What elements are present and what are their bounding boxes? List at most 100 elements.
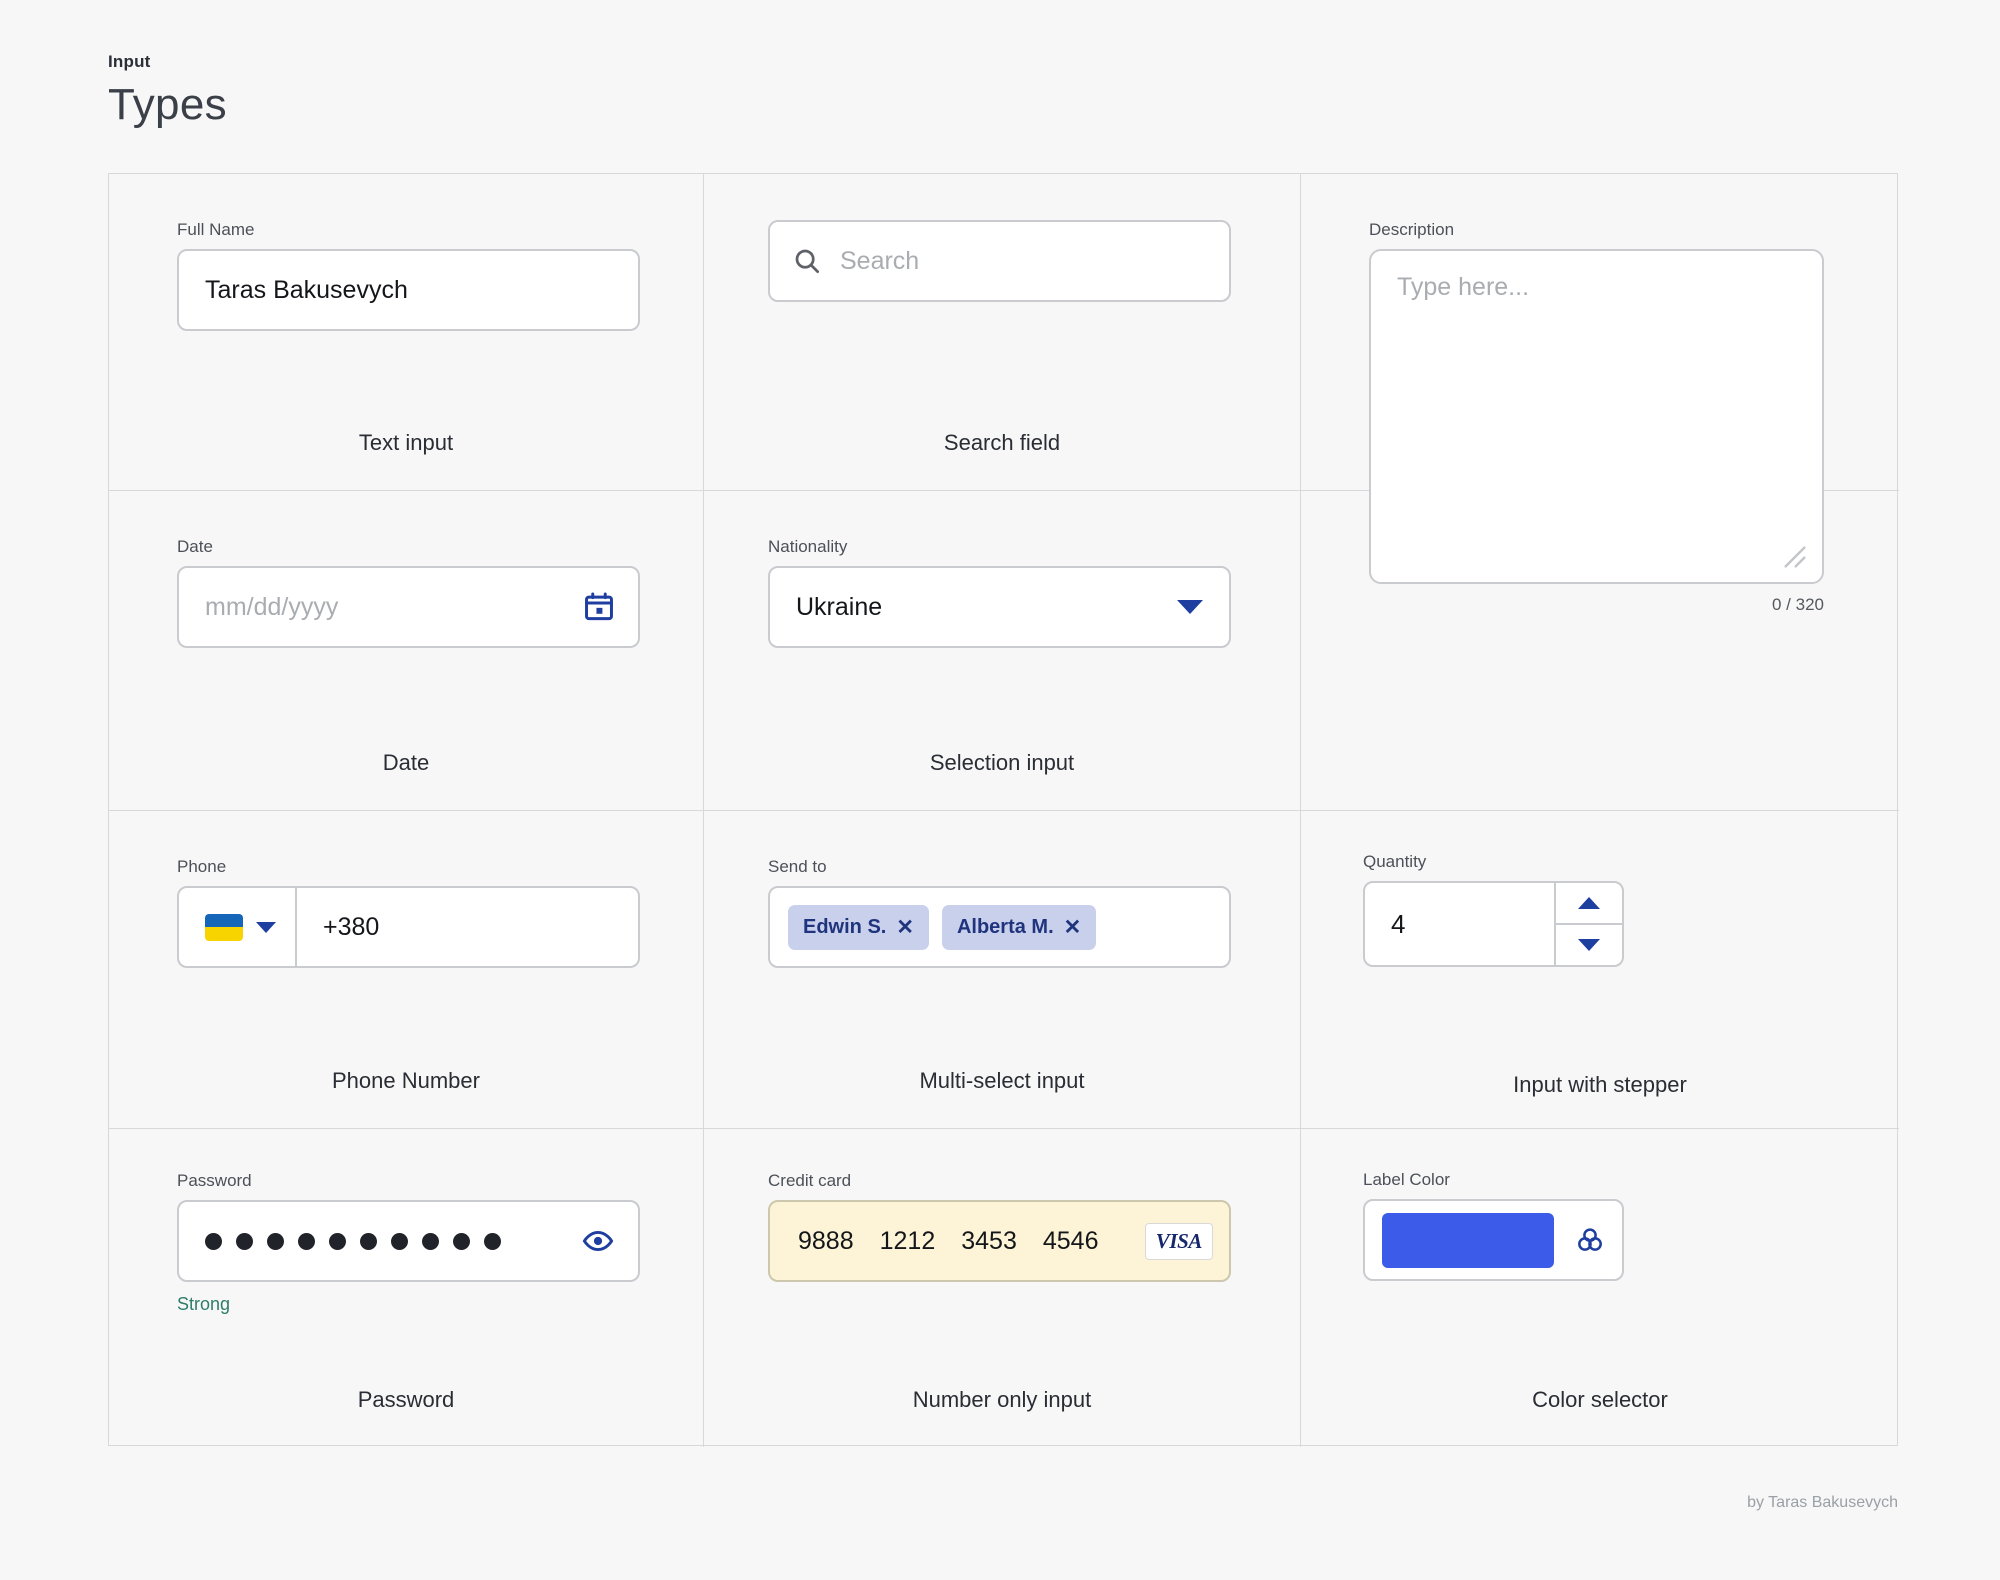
date-field: Date mm/dd/yyyy (177, 537, 640, 649)
card-group: 9888 (798, 1226, 854, 1255)
label-color-label: Label Color (1363, 1170, 1450, 1189)
cell-body: Password Strong (109, 1129, 703, 1387)
search-field: Search (768, 220, 1231, 302)
eye-icon[interactable] (582, 1225, 614, 1257)
phone-value: +380 (323, 912, 380, 941)
quantity-stepper[interactable]: 4 (1363, 881, 1624, 968)
send-to-input[interactable]: Edwin S. ✕ Alberta M. ✕ (768, 886, 1231, 969)
send-to-label: Send to (768, 857, 827, 876)
cell-date: Date mm/dd/yyyy Date (109, 491, 704, 811)
nationality-select[interactable]: Ukraine (768, 566, 1231, 649)
quantity-label: Quantity (1363, 852, 1427, 871)
password-field: Password Strong (177, 1171, 640, 1315)
cell-body: Date mm/dd/yyyy (109, 491, 703, 750)
page-eyebrow: Input (108, 52, 151, 71)
chip-label: Edwin S. (803, 916, 887, 939)
full-name-input[interactable]: Taras Bakusevych (177, 249, 640, 332)
nationality-label: Nationality (768, 537, 848, 556)
caption-color-selector: Color selector (1532, 1387, 1668, 1412)
caption-password: Password (357, 1387, 455, 1412)
search-placeholder: Search (840, 246, 920, 275)
color-swatch[interactable] (1382, 1212, 1554, 1268)
chevron-down-icon (256, 921, 276, 933)
password-input[interactable] (177, 1200, 640, 1283)
caption-text-input: Text input (358, 430, 454, 455)
password-strength: Strong (177, 1294, 231, 1315)
stepper-increment-button[interactable] (1556, 883, 1622, 926)
cell-body: Full Name Taras Bakusevych (109, 174, 703, 430)
full-name-label: Full Name (177, 220, 255, 239)
nationality-value: Ukraine (796, 592, 883, 621)
cell-multi-select-input: Send to Edwin S. ✕ Alberta M. ✕ Multi-se… (704, 811, 1301, 1129)
cell-body: Label Color (1301, 1129, 1899, 1387)
cell-password: Password Strong Password (109, 1129, 704, 1447)
input-types-page: Input Types Full Name Taras Bakusevych T… (0, 0, 2000, 1580)
cell-number-only-input: Credit card 9888 1212 3453 4546 VISA Num… (704, 1129, 1301, 1447)
chip-recipient[interactable]: Alberta M. ✕ (941, 904, 1097, 950)
calendar-icon[interactable] (582, 590, 616, 624)
chip-label: Alberta M. (956, 916, 1054, 939)
page-header: Input Types (108, 52, 227, 131)
close-icon[interactable]: ✕ (1064, 917, 1082, 938)
search-icon (792, 246, 822, 276)
cell-text-area-input: Description Type here... 0 / 320 Text ar… (1301, 174, 1899, 614)
cell-body: Phone +380 (109, 811, 703, 1068)
ukraine-flag-icon (205, 913, 243, 941)
description-placeholder: Type here... (1397, 273, 1530, 302)
cell-body: Quantity 4 (1301, 811, 1899, 1072)
cell-body: Description Type here... 0 / 320 (1301, 174, 1899, 614)
caret-down-icon (1578, 939, 1600, 952)
chip-recipient[interactable]: Edwin S. ✕ (788, 904, 929, 950)
nationality-field: Nationality Ukraine (768, 537, 1231, 649)
caption-input-with-stepper: Input with stepper (1513, 1072, 1687, 1097)
caption-date: Date (382, 750, 430, 775)
quantity-field: Quantity 4 (1363, 852, 1624, 968)
caption-phone-number: Phone Number (332, 1068, 480, 1093)
caption-number-only-input: Number only input (912, 1387, 1092, 1412)
footer-credit: by Taras Bakusevych (1747, 1494, 1898, 1511)
card-group: 1212 (879, 1226, 936, 1255)
cell-selection-input: Nationality Ukraine Selection input (704, 491, 1301, 811)
date-label: Date (177, 537, 213, 556)
phone-field: Phone +380 (177, 857, 640, 969)
description-label: Description (1369, 220, 1455, 239)
color-picker-icon[interactable] (1574, 1224, 1606, 1256)
phone-input[interactable]: +380 (177, 886, 640, 969)
credit-card-input[interactable]: 9888 1212 3453 4546 VISA (768, 1200, 1231, 1283)
country-code-selector[interactable] (179, 888, 297, 967)
cell-body: Credit card 9888 1212 3453 4546 VISA (704, 1129, 1300, 1387)
page-title: Types (108, 80, 227, 130)
cell-text-input: Full Name Taras Bakusevych Text input (109, 174, 704, 491)
quantity-value: 4 (1391, 908, 1406, 939)
cell-body (1301, 491, 1899, 810)
cell-text-area-spacer (1301, 491, 1899, 811)
credit-card-number: 9888 1212 3453 4546 (798, 1227, 1145, 1256)
visa-logo-icon: VISA (1144, 1222, 1213, 1260)
cell-body: Nationality Ukraine (704, 491, 1300, 750)
date-placeholder: mm/dd/yyyy (205, 592, 339, 621)
caption-search-field: Search field (943, 430, 1061, 455)
password-masked-value (205, 1232, 582, 1250)
close-icon[interactable]: ✕ (896, 917, 914, 938)
stepper-decrement-button[interactable] (1556, 925, 1622, 965)
caret-up-icon (1578, 897, 1600, 910)
input-types-grid: Full Name Taras Bakusevych Text input Se… (108, 173, 1899, 1447)
stepper-buttons (1554, 883, 1622, 966)
cell-color-selector: Label Color Color selector (1301, 1129, 1899, 1447)
date-input[interactable]: mm/dd/yyyy (177, 566, 640, 649)
cell-body: Send to Edwin S. ✕ Alberta M. ✕ (704, 811, 1300, 1068)
caption-selection-input: Selection input (929, 750, 1075, 775)
credit-card-field: Credit card 9888 1212 3453 4546 VISA (768, 1171, 1231, 1283)
cell-phone-number: Phone +380 Phone Number (109, 811, 704, 1129)
card-group: 4546 (1042, 1226, 1099, 1255)
password-label: Password (177, 1171, 252, 1190)
color-selector-input[interactable] (1363, 1199, 1624, 1282)
cell-input-with-stepper: Quantity 4 Input with stepper (1301, 811, 1899, 1129)
cell-search-field: Search Search field (704, 174, 1301, 491)
phone-label: Phone (177, 857, 227, 876)
chevron-down-icon[interactable] (1177, 600, 1203, 615)
search-input[interactable]: Search (768, 220, 1231, 302)
credit-card-label: Credit card (768, 1171, 852, 1190)
card-group: 3453 (961, 1226, 1017, 1255)
full-name-value: Taras Bakusevych (205, 275, 408, 304)
